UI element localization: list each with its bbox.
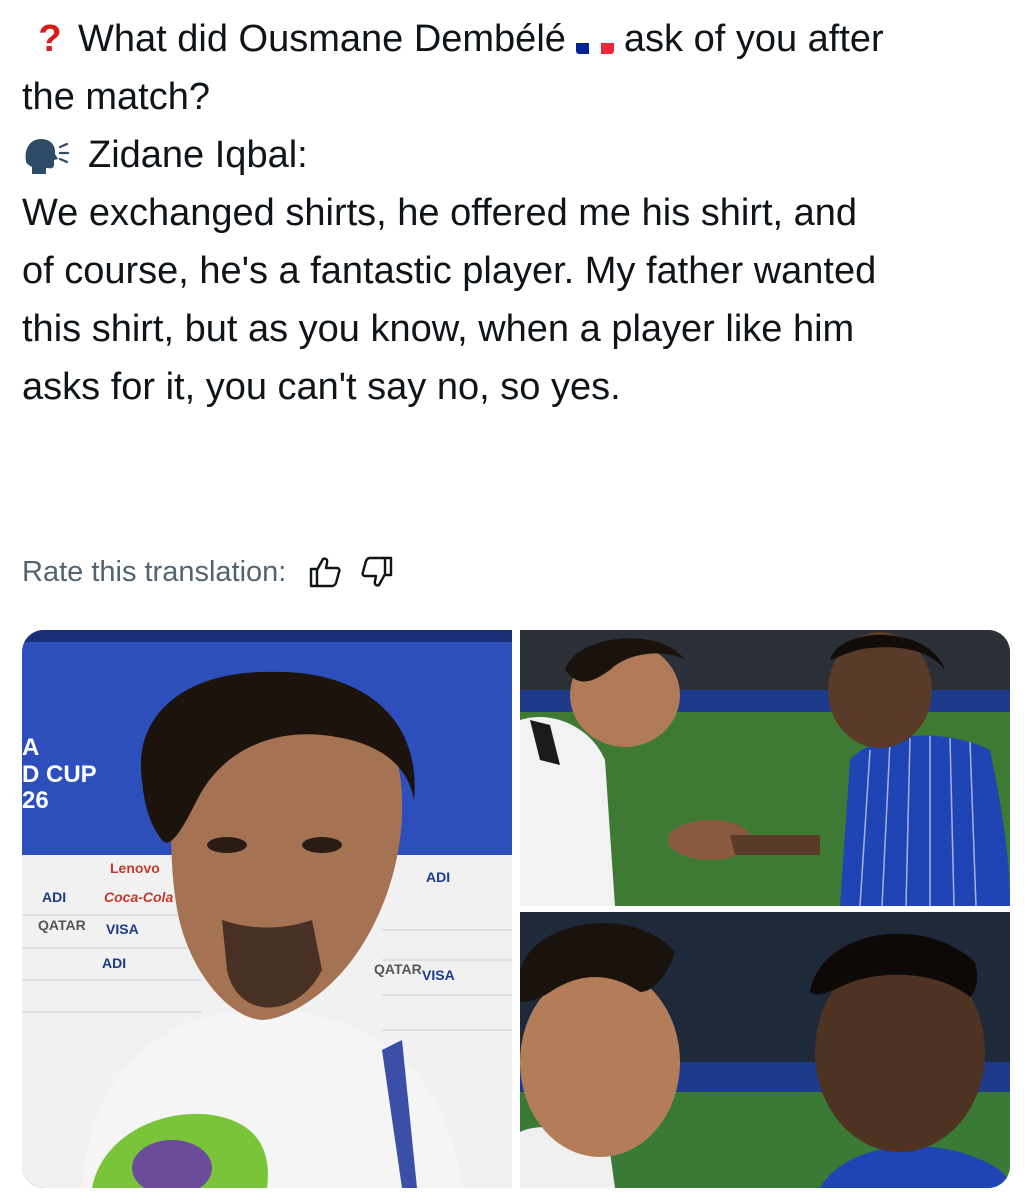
media-photo-conversation[interactable] [520, 912, 1010, 1188]
answer-line: this shirt, but as you know, when a play… [22, 308, 855, 350]
thumbs-down-icon[interactable] [360, 555, 394, 589]
question-text-start: What did Ousmane Dembélé [78, 18, 566, 60]
speaking-head-icon [22, 134, 70, 174]
backdrop-cup-text: 26 [22, 787, 49, 814]
answer-line: We exchanged shirts, he offered me his s… [22, 192, 858, 234]
post-text: ? What did Ousmane Dembélé ask of you afte… [22, 10, 1012, 416]
question-text-end: ask of you after [623, 18, 884, 60]
rate-translation-row: Rate this translation: [22, 552, 394, 592]
sponsor-text: VISA [106, 921, 139, 937]
sponsor-text: Coca-Cola [104, 889, 173, 905]
question-line-2: the match? [22, 76, 210, 118]
sponsor-text: Lenovo [110, 860, 160, 876]
sponsor-text: ADI [426, 869, 450, 885]
answer-line: asks for it, you can't say no, so yes. [22, 366, 621, 408]
backdrop-cup-text: A [22, 734, 39, 761]
question-line-1: ? What did Ousmane Dembélé ask of you afte… [22, 10, 1012, 68]
france-flag-icon [575, 28, 614, 54]
speaker-name: Zidane Iqbal: [88, 134, 308, 176]
thumbs-up-icon[interactable] [308, 555, 342, 589]
sponsor-text: QATAR [374, 961, 422, 977]
speaker-line: Zidane Iqbal: [22, 126, 1012, 184]
media-grid[interactable]: A D CUP 26 Lenovo ADI Coca-Cola QATAR VI… [22, 630, 1010, 1188]
rate-translation-label: Rate this translation: [22, 555, 287, 588]
red-question-mark-icon: ? [38, 18, 62, 60]
answer-line: of course, he's a fantastic player. My f… [22, 250, 877, 292]
sponsor-text: QATAR [38, 917, 86, 933]
media-photo-handshake[interactable] [520, 630, 1010, 906]
sponsor-text: VISA [422, 967, 455, 983]
backdrop-cup-text: D CUP [22, 761, 97, 788]
media-photo-interview[interactable]: A D CUP 26 Lenovo ADI Coca-Cola QATAR VI… [22, 630, 512, 1188]
sponsor-text: ADI [42, 889, 66, 905]
sponsor-text: ADI [102, 955, 126, 971]
